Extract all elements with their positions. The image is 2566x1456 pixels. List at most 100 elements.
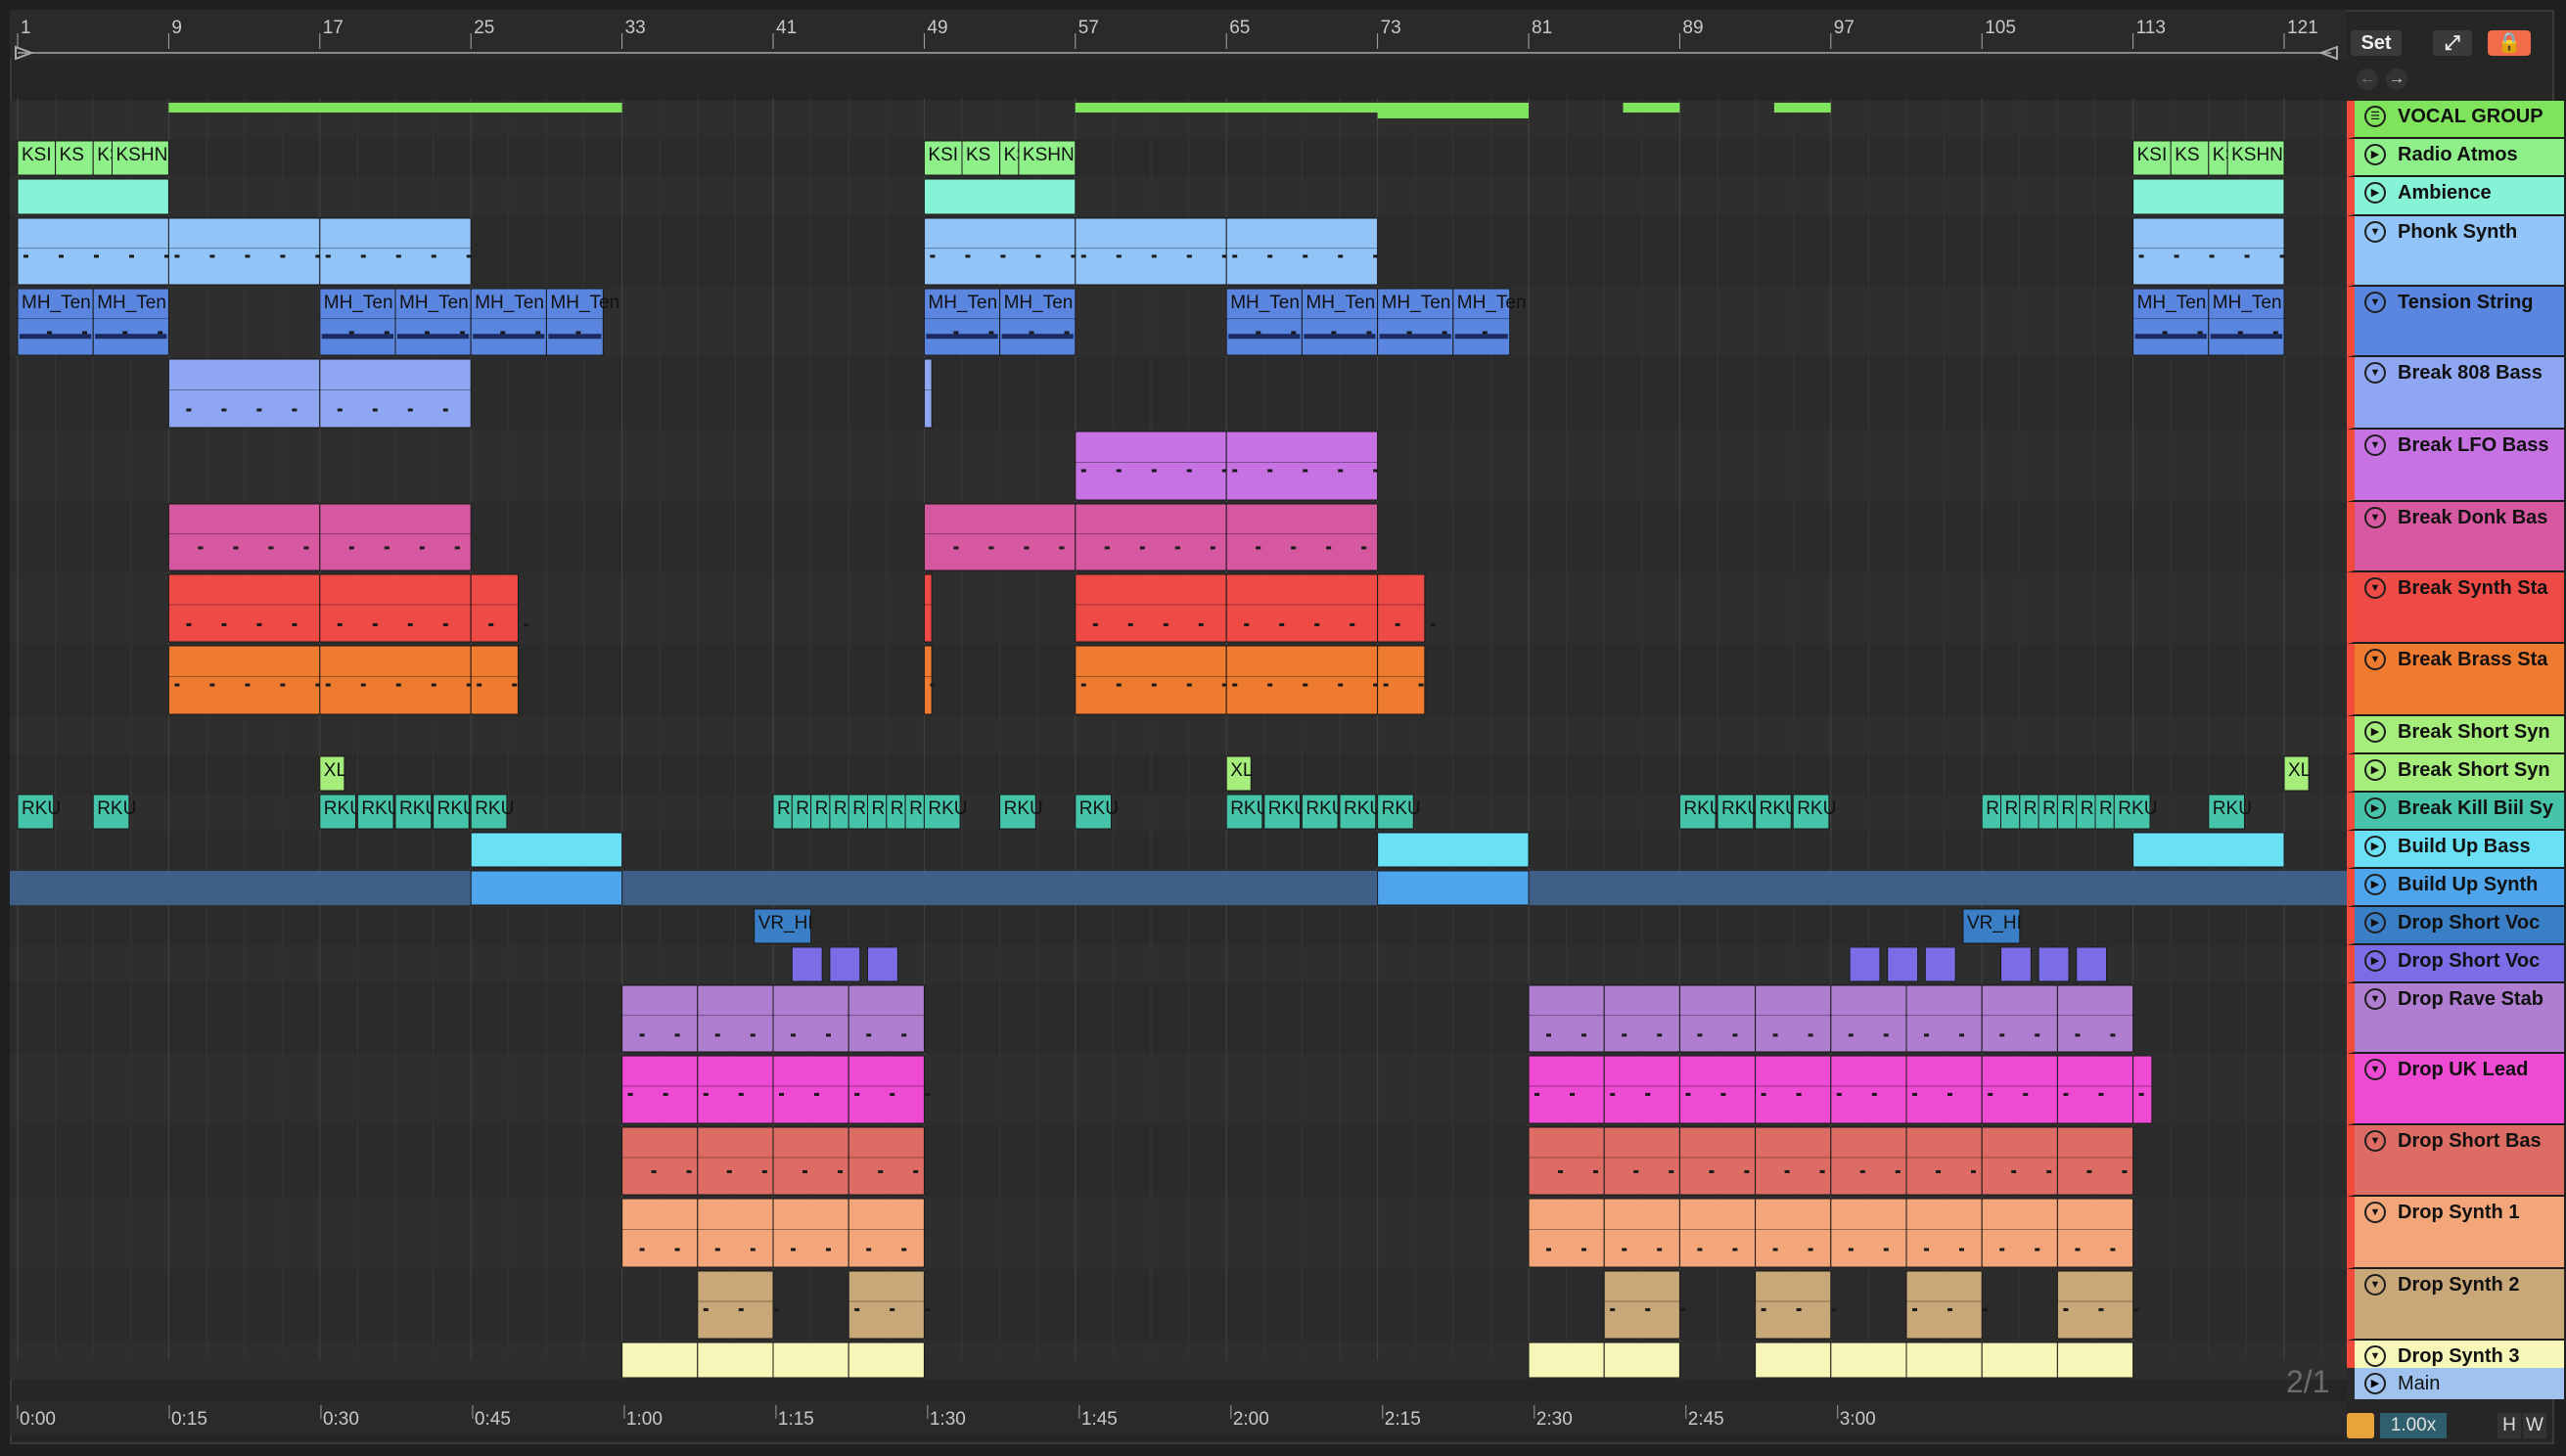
clip[interactable]: MH_Ten — [1301, 288, 1379, 356]
clip[interactable] — [1981, 1126, 2058, 1196]
clip[interactable] — [772, 984, 849, 1053]
clip[interactable] — [319, 503, 472, 571]
clip[interactable]: MH_Ten — [470, 288, 547, 356]
fold-icon[interactable]: ▼ — [2364, 221, 2386, 243]
clip[interactable] — [1981, 984, 2058, 1053]
track-header[interactable]: ▼ Break 808 Bass — [2347, 357, 2564, 430]
clip[interactable] — [1755, 1270, 1837, 1340]
clip[interactable] — [1225, 431, 1379, 501]
clip[interactable] — [772, 1126, 849, 1196]
play-icon[interactable]: ▶ — [2364, 1373, 2386, 1394]
play-icon[interactable]: ▶ — [2364, 912, 2386, 933]
play-icon[interactable]: ▶ — [2364, 797, 2386, 819]
clip[interactable] — [167, 573, 321, 643]
clip[interactable]: R — [1981, 794, 2001, 830]
clip[interactable]: KS — [961, 140, 1001, 176]
clip[interactable] — [1755, 1342, 1832, 1379]
clip[interactable] — [1755, 1055, 1837, 1124]
clip[interactable]: R — [867, 794, 888, 830]
track-header[interactable]: ▶ Break Short Syn — [2347, 716, 2564, 754]
lock-icon[interactable]: 🔒 — [2488, 30, 2531, 56]
clip[interactable]: R — [2000, 794, 2021, 830]
clip[interactable] — [470, 645, 519, 715]
clip[interactable] — [772, 1055, 854, 1124]
clip[interactable]: R — [810, 794, 831, 830]
clip[interactable] — [697, 984, 774, 1053]
clip[interactable] — [1905, 1270, 1988, 1340]
clip[interactable] — [1603, 1270, 1686, 1340]
clip[interactable] — [848, 1055, 931, 1124]
clip[interactable] — [1377, 645, 1426, 715]
clip[interactable]: MH_Ten — [394, 288, 472, 356]
track-header[interactable]: ▼ Tension String — [2347, 287, 2564, 357]
clip[interactable] — [167, 503, 321, 571]
clip[interactable] — [1755, 1198, 1832, 1268]
play-icon[interactable]: ▶ — [2364, 721, 2386, 743]
clip[interactable] — [1924, 946, 1956, 982]
clip[interactable] — [621, 1342, 699, 1379]
fold-icon[interactable]: ▼ — [2364, 1059, 2386, 1080]
track-header[interactable]: ▼ Drop Rave Stab — [2347, 983, 2564, 1054]
clip[interactable] — [1830, 1055, 1912, 1124]
play-icon[interactable]: ▶ — [2364, 182, 2386, 204]
clip[interactable]: R — [2094, 794, 2115, 830]
clip[interactable] — [1603, 984, 1680, 1053]
clip[interactable]: VR_HI — [754, 908, 813, 944]
clip[interactable] — [848, 1126, 925, 1196]
track-header[interactable]: ▶ Drop Short Voc — [2347, 945, 2564, 983]
fold-icon[interactable]: ▼ — [2364, 292, 2386, 313]
track-header[interactable]: ▶ Build Up Bass — [2347, 831, 2564, 869]
h-button[interactable]: H — [2497, 1413, 2521, 1438]
clip[interactable] — [1830, 984, 1907, 1053]
clip[interactable]: XL — [319, 755, 346, 792]
fold-icon[interactable]: ▼ — [2364, 577, 2386, 599]
clip[interactable] — [621, 1055, 704, 1124]
clip[interactable]: MH_Ten — [1225, 288, 1303, 356]
clip[interactable] — [2132, 217, 2285, 286]
play-icon[interactable]: ▶ — [2364, 759, 2386, 781]
clip[interactable] — [1377, 832, 1530, 868]
track-header[interactable]: ▼ Drop Synth 2 — [2347, 1269, 2564, 1341]
clip[interactable]: KSHN — [2226, 140, 2285, 176]
clip[interactable] — [1377, 870, 1530, 906]
clip[interactable]: VR_HI — [1962, 908, 2022, 944]
clip[interactable]: MH_Ten — [923, 288, 1001, 356]
clip[interactable] — [2132, 1055, 2153, 1124]
clip[interactable]: R — [848, 794, 869, 830]
clip[interactable] — [2000, 946, 2032, 982]
clip[interactable] — [17, 217, 169, 286]
fold-icon[interactable]: ▼ — [2364, 1274, 2386, 1296]
clip[interactable] — [1755, 984, 1832, 1053]
clip[interactable] — [470, 870, 623, 906]
clip[interactable] — [2056, 1270, 2139, 1340]
clip[interactable] — [2038, 946, 2070, 982]
clip[interactable]: KSHN — [112, 140, 169, 176]
clip[interactable] — [2132, 178, 2285, 215]
clip[interactable]: R — [2056, 794, 2078, 830]
clip[interactable]: KS — [55, 140, 94, 176]
clip[interactable] — [772, 1198, 849, 1268]
clip[interactable] — [1075, 217, 1227, 286]
clip[interactable] — [1830, 1342, 1907, 1379]
clip[interactable] — [2132, 832, 2285, 868]
clip[interactable] — [1528, 1198, 1605, 1268]
clip[interactable] — [848, 1342, 925, 1379]
fold-icon[interactable]: ▼ — [2364, 507, 2386, 528]
track-header[interactable]: ▼ Break Synth Sta — [2347, 572, 2564, 644]
clip[interactable]: R — [886, 794, 906, 830]
track-header[interactable]: ▶ Build Up Synth — [2347, 869, 2564, 907]
clip[interactable] — [1905, 1126, 1983, 1196]
clip[interactable]: MH_Ten — [92, 288, 169, 356]
track-header-main[interactable]: ▶ Main — [2347, 1368, 2564, 1399]
track-header[interactable]: ▶ Ambience — [2347, 177, 2564, 216]
clip[interactable]: MH_Ten — [17, 288, 94, 356]
clip[interactable]: R — [2038, 794, 2058, 830]
clip[interactable] — [1075, 645, 1227, 715]
clip[interactable] — [319, 358, 472, 429]
expand-icon[interactable]: ⤢ — [2433, 30, 2472, 56]
clip[interactable] — [697, 1055, 779, 1124]
clip[interactable] — [697, 1198, 774, 1268]
clip[interactable] — [772, 1342, 849, 1379]
clip[interactable] — [1225, 645, 1379, 715]
clip[interactable] — [1225, 503, 1379, 571]
